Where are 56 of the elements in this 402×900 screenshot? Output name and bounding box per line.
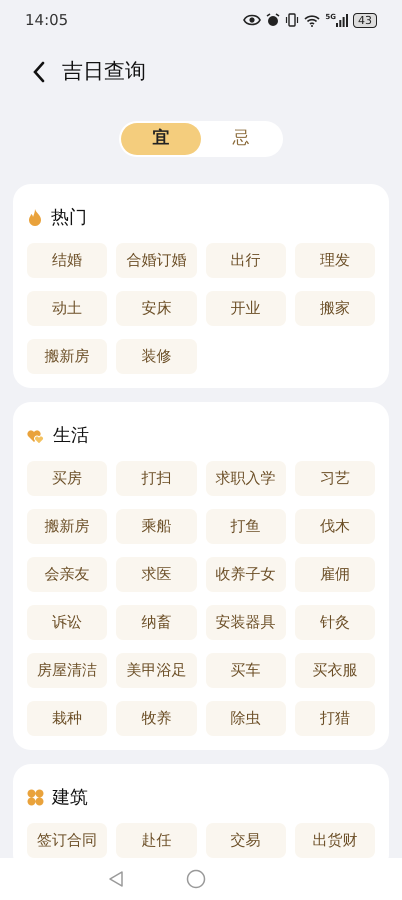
option-chip[interactable]: 乘船 [116, 509, 196, 544]
option-chip[interactable]: 安床 [116, 291, 196, 326]
option-chip[interactable]: 牧养 [116, 701, 196, 736]
tab[interactable]: 忌 [201, 123, 281, 155]
option-chip[interactable]: 交易 [206, 823, 286, 858]
option-chip[interactable]: 安装器具 [206, 605, 286, 640]
eye-icon [243, 14, 262, 26]
battery-indicator: 43 [353, 12, 377, 28]
option-chip[interactable]: 针灸 [294, 605, 375, 640]
option-chip[interactable]: 买房 [27, 461, 108, 496]
option-chip[interactable]: 搬新房 [27, 339, 108, 374]
page-title: 吉日查询 [62, 58, 146, 86]
option-chip[interactable]: 栽种 [27, 701, 108, 736]
option-chip[interactable]: 合婚订婚 [116, 243, 196, 278]
option-chip[interactable]: 开业 [206, 291, 286, 326]
option-chip[interactable]: 买衣服 [294, 653, 375, 688]
option-chip[interactable]: 搬家 [294, 291, 375, 326]
clover-icon [27, 789, 44, 806]
option-chip[interactable]: 搬新房 [27, 509, 108, 544]
option-chip[interactable]: 除虫 [206, 701, 286, 736]
option-chip[interactable]: 理发 [294, 243, 375, 278]
option-chip[interactable]: 打猎 [294, 701, 375, 736]
option-chip[interactable]: 动土 [27, 291, 108, 326]
option-chip[interactable]: 出货财 [294, 823, 375, 858]
option-chip[interactable]: 房屋清洁 [27, 653, 108, 688]
category-title: 生活 [53, 424, 89, 448]
vibrate-icon [285, 13, 300, 27]
status-time: 14:05 [25, 10, 68, 31]
option-chip[interactable]: 结婚 [27, 243, 108, 278]
option-chip[interactable]: 会亲友 [27, 557, 108, 592]
signal-icon [336, 14, 348, 26]
option-chip[interactable]: 装修 [116, 339, 196, 374]
alarm-icon [266, 13, 280, 27]
option-chip[interactable]: 美甲浴足 [116, 653, 196, 688]
option-chip[interactable]: 求职入学 [206, 461, 286, 496]
option-chip[interactable]: 诉讼 [27, 605, 108, 640]
option-chip[interactable]: 收养子女 [206, 557, 286, 592]
option-chip[interactable]: 习艺 [294, 461, 375, 496]
option-chip[interactable]: 出行 [206, 243, 286, 278]
option-chip[interactable]: 纳畜 [116, 605, 196, 640]
category-title: 热门 [51, 206, 87, 230]
option-chip[interactable]: 求医 [116, 557, 196, 592]
nav-home-button[interactable] [186, 869, 206, 889]
option-chip[interactable]: 赴任 [116, 823, 196, 858]
option-chip[interactable]: 雇佣 [294, 557, 375, 592]
nav-back-button[interactable] [108, 870, 124, 888]
option-chip[interactable]: 签订合同 [27, 823, 108, 858]
option-chip[interactable]: 买车 [206, 653, 286, 688]
tab[interactable]: 宜 [121, 123, 201, 155]
flame-icon [27, 208, 43, 226]
hearts-icon [27, 428, 45, 444]
wifi-icon [304, 14, 320, 26]
category-title: 建筑 [52, 786, 88, 810]
option-chip[interactable]: 伐木 [294, 509, 375, 544]
option-chip[interactable]: 打鱼 [206, 509, 286, 544]
option-chip[interactable]: 打扫 [116, 461, 196, 496]
